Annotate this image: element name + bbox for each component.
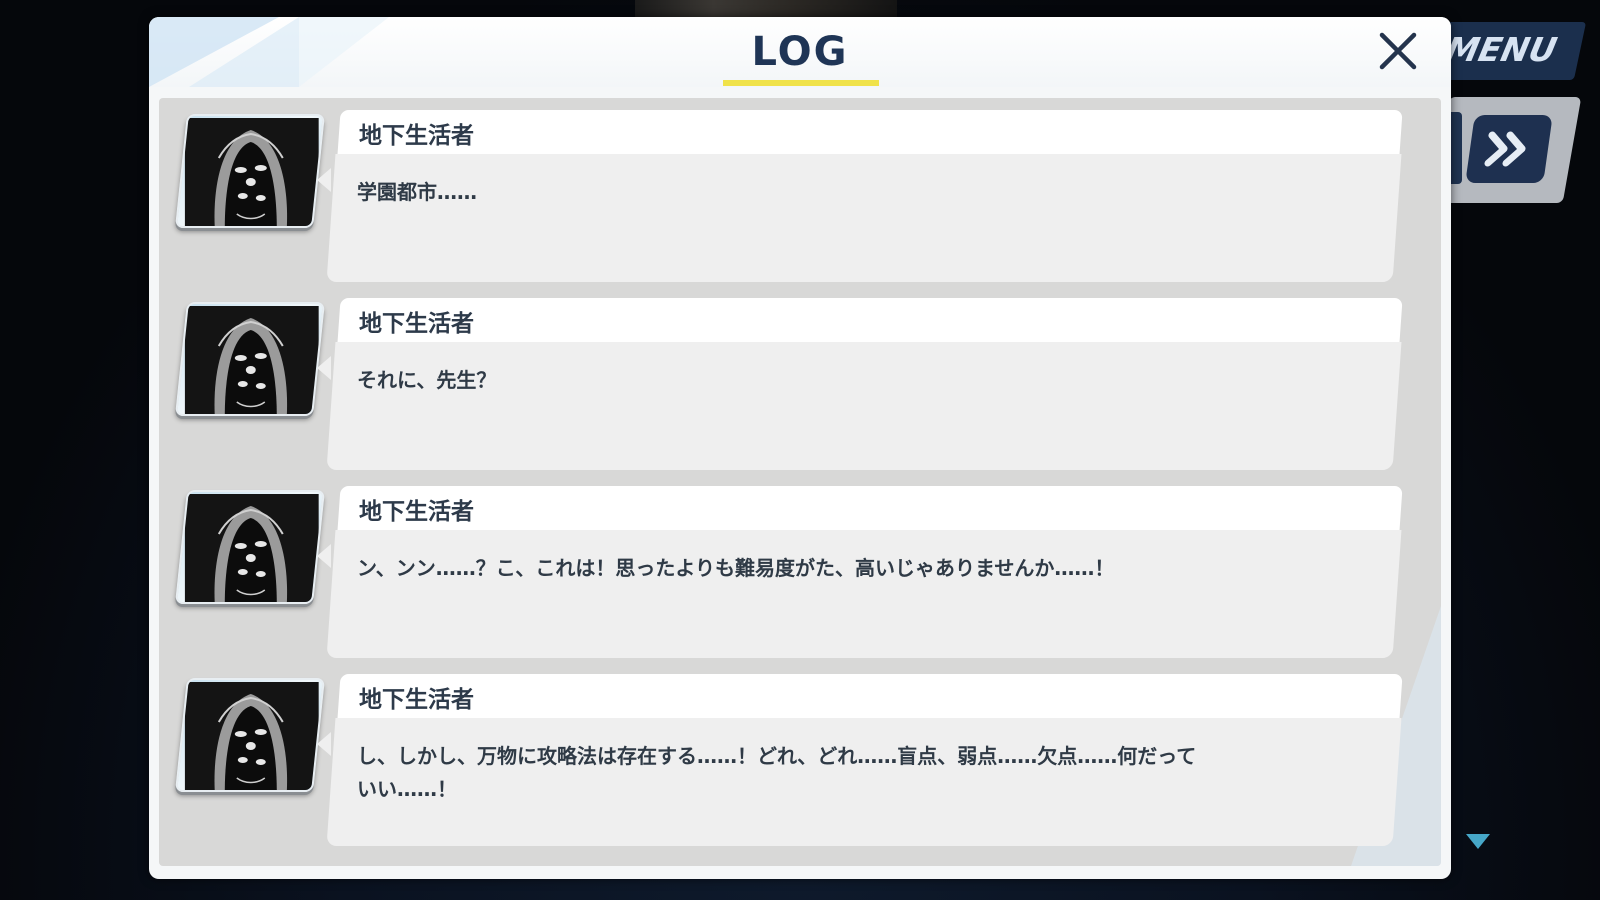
speaker-name: 地下生活者 — [359, 123, 474, 149]
message-bubble: 地下生活者 し、しかし、万物に攻略法は存在する……！どれ、どれ……盲点、弱点……… — [326, 674, 1403, 850]
log-entry: 地下生活者 し、しかし、万物に攻略法は存在する……！どれ、どれ……盲点、弱点……… — [159, 674, 1441, 850]
character-portrait — [175, 490, 325, 604]
log-entry: 地下生活者 学園都市…… — [159, 110, 1441, 286]
message-bubble: 地下生活者 学園都市…… — [326, 110, 1403, 286]
background-image-strip — [635, 0, 897, 18]
character-portrait-icon — [184, 494, 319, 604]
bubble-tail — [317, 544, 331, 568]
character-portrait — [175, 678, 325, 792]
message-box — [326, 530, 1402, 658]
bubble-tail — [317, 732, 331, 756]
speaker-name-bar — [337, 674, 1403, 720]
menu-label: MENU — [1442, 30, 1561, 69]
triangle-down-icon[interactable] — [1466, 834, 1490, 849]
message-box — [326, 154, 1402, 282]
speaker-name-bar — [337, 110, 1403, 156]
fast-forward-icon — [1484, 131, 1526, 167]
message-bubble: 地下生活者 ン、ンン……？こ、これは！思ったよりも難易度がた、高いじゃありません… — [326, 486, 1403, 662]
speaker-name: 地下生活者 — [359, 687, 474, 713]
character-portrait-icon — [184, 682, 319, 792]
log-entry: 地下生活者 それに、先生？ — [159, 298, 1441, 474]
close-button[interactable] — [1374, 27, 1422, 75]
speaker-name-bar — [337, 486, 1403, 532]
speaker-name: 地下生活者 — [359, 311, 474, 337]
message-text: ン、ンン……？こ、これは！思ったよりも難易度がた、高いじゃありませんか……！ — [357, 556, 1115, 580]
log-title: LOG — [751, 29, 849, 75]
character-portrait — [175, 302, 325, 416]
game-scene: MENU LOG 地下生活者 学園都市…… 地下生活者 それに、先生？ 地下生活… — [0, 0, 1600, 900]
message-bubble: 地下生活者 それに、先生？ — [326, 298, 1403, 474]
message-box — [326, 342, 1402, 470]
message-text: し、しかし、万物に攻略法は存在する……！どれ、どれ……盲点、弱点……欠点……何だ… — [357, 744, 1197, 801]
log-header: LOG — [149, 17, 1451, 87]
log-entry: 地下生活者 ン、ンン……？こ、これは！思ったよりも難易度がた、高いじゃありません… — [159, 486, 1441, 662]
bubble-tail — [317, 356, 331, 380]
message-text: 学園都市…… — [357, 180, 477, 204]
character-portrait-icon — [184, 118, 319, 228]
speaker-name-bar — [337, 298, 1403, 344]
speaker-name: 地下生活者 — [359, 499, 474, 525]
skip-button[interactable] — [1465, 115, 1553, 183]
message-text: それに、先生？ — [357, 368, 497, 392]
character-portrait-icon — [184, 306, 319, 416]
title-underline — [723, 80, 879, 86]
menu-button[interactable]: MENU — [1433, 22, 1587, 80]
bubble-tail — [317, 168, 331, 192]
character-portrait — [175, 114, 325, 228]
log-window: LOG 地下生活者 学園都市…… 地下生活者 それに、先生？ 地下生活者 ン、ン… — [149, 17, 1451, 879]
log-list[interactable]: 地下生活者 学園都市…… 地下生活者 それに、先生？ 地下生活者 ン、ンン……？… — [159, 98, 1441, 866]
close-icon — [1379, 32, 1417, 70]
